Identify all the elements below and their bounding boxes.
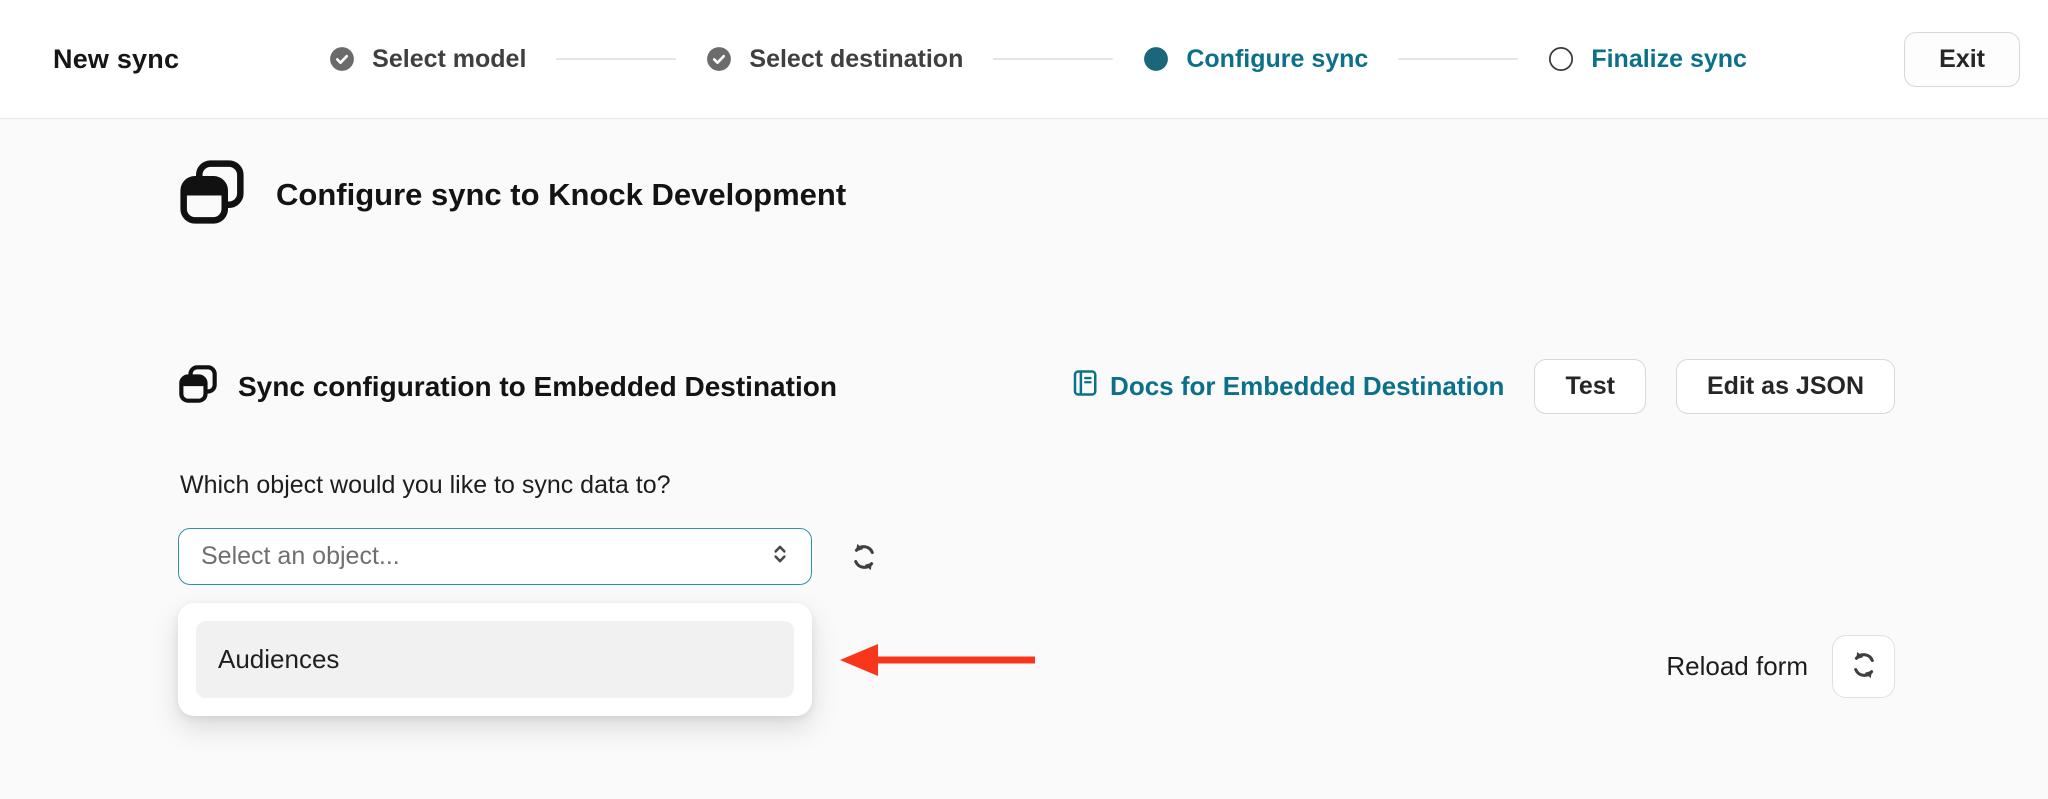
active-step-dot-icon (1143, 46, 1169, 72)
test-button[interactable]: Test (1534, 359, 1646, 414)
reload-form-button[interactable] (1832, 635, 1895, 698)
step-label: Finalize sync (1591, 44, 1747, 73)
wizard-stepper: Select model Select destination Configur… (329, 45, 1747, 74)
edit-as-json-button[interactable]: Edit as JSON (1676, 359, 1895, 414)
section-actions: Docs for Embedded Destination Test Edit … (1070, 359, 1895, 414)
dropdown-option-audiences[interactable]: Audiences (196, 621, 794, 698)
object-question-label: Which object would you like to sync data… (180, 471, 671, 499)
top-bar: New sync Select model Select destination… (0, 0, 2048, 119)
refresh-objects-icon[interactable] (848, 541, 880, 573)
window-icon (178, 158, 246, 231)
docs-link-label: Docs for Embedded Destination (1110, 371, 1505, 401)
object-select[interactable]: Select an object... (178, 528, 812, 585)
reload-form-label: Reload form (1666, 651, 1808, 681)
window-icon (178, 364, 218, 409)
exit-button[interactable]: Exit (1904, 31, 2020, 87)
section-title-group: Sync configuration to Embedded Destinati… (178, 364, 837, 409)
docs-link[interactable]: Docs for Embedded Destination (1070, 368, 1504, 405)
configure-sync-heading: Configure sync to Knock Development (276, 176, 847, 212)
step-label: Select destination (749, 44, 964, 73)
check-circle-icon (329, 46, 355, 72)
new-sync-page: New sync Select model Select destination… (0, 0, 2048, 799)
step-select-destination[interactable]: Select destination (706, 45, 963, 74)
reload-form-row: Reload form (1666, 635, 1895, 698)
step-label: Configure sync (1186, 44, 1369, 73)
upcoming-step-circle-icon (1548, 46, 1574, 72)
step-label: Select model (372, 44, 527, 73)
step-configure-sync[interactable]: Configure sync (1143, 45, 1368, 74)
chevron-up-down-icon (767, 541, 793, 572)
object-select-row: Select an object... (178, 528, 880, 585)
arrow-left-icon (838, 640, 1038, 685)
configure-heading-row: Configure sync to Knock Development (178, 158, 846, 231)
step-finalize-sync[interactable]: Finalize sync (1548, 45, 1747, 74)
page-title: New sync (53, 43, 180, 74)
sync-config-section-row: Sync configuration to Embedded Destinati… (178, 359, 1895, 414)
step-connector (556, 58, 677, 60)
check-circle-icon (706, 46, 732, 72)
step-connector (993, 58, 1114, 60)
step-connector (1398, 58, 1519, 60)
main-content: Configure sync to Knock Development Sync… (0, 119, 2048, 799)
object-select-placeholder: Select an object... (201, 542, 400, 570)
sync-config-section-title: Sync configuration to Embedded Destinati… (238, 370, 837, 402)
step-select-model[interactable]: Select model (329, 45, 526, 74)
refresh-icon (1848, 649, 1880, 684)
book-icon (1070, 368, 1100, 405)
object-select-dropdown: Audiences (178, 603, 812, 716)
